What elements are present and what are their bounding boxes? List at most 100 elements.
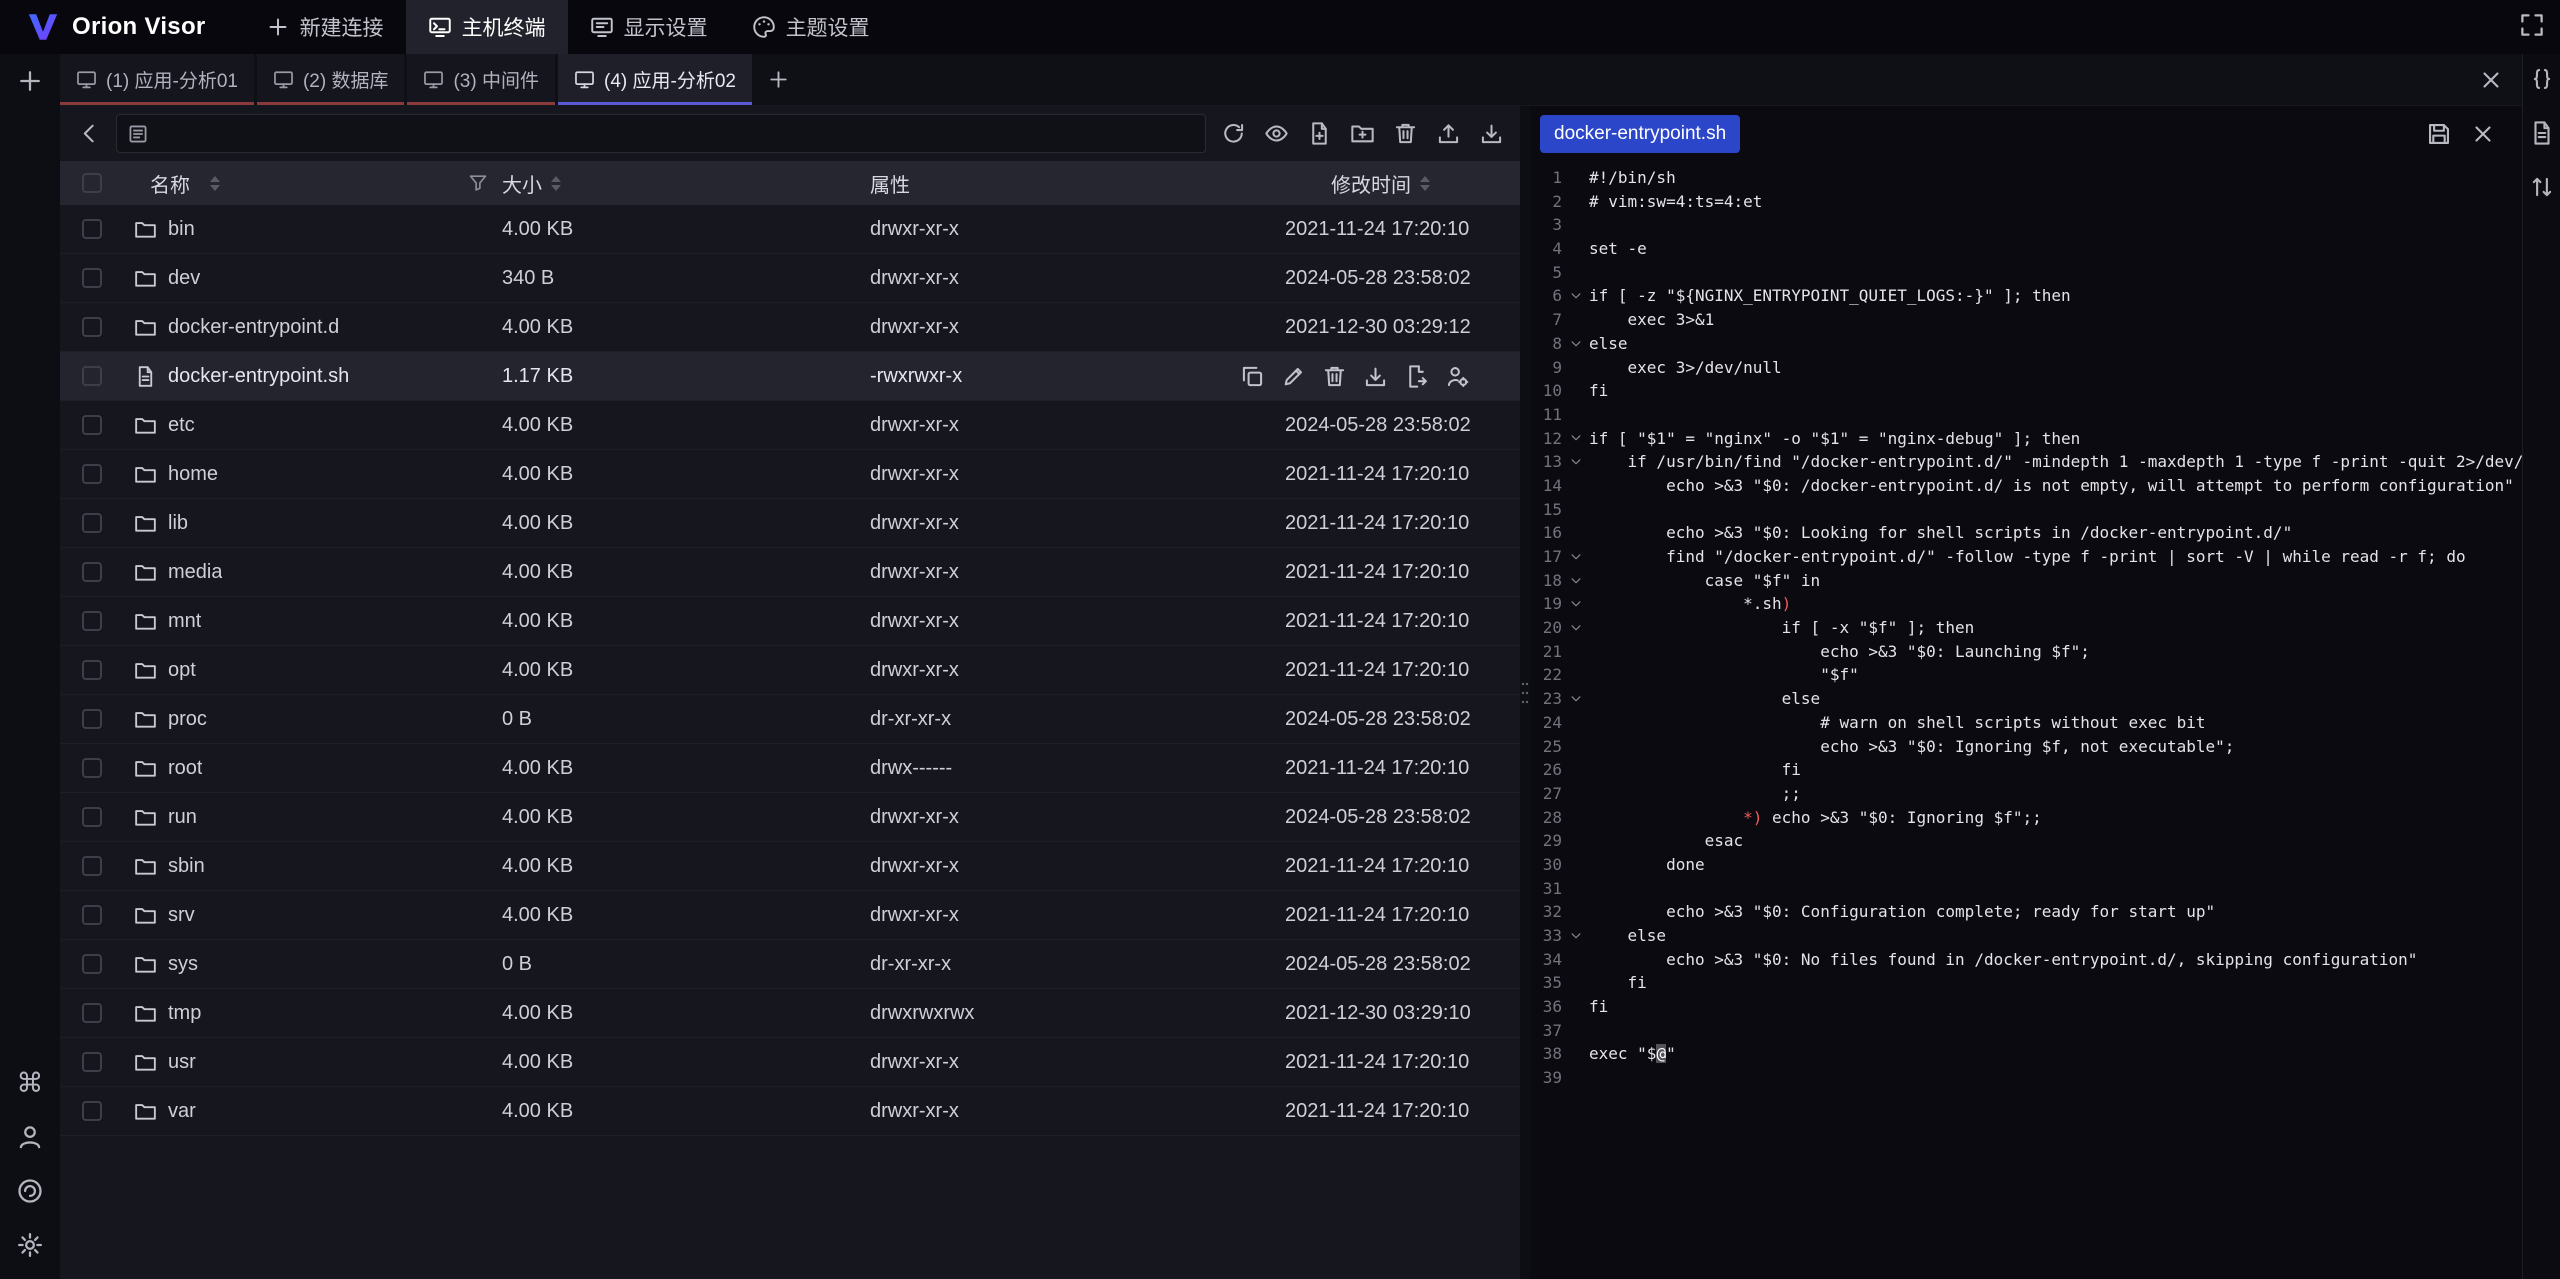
code-line[interactable]: 11	[1530, 403, 2522, 427]
path-input[interactable]	[158, 123, 1195, 145]
code-line[interactable]: 36fi	[1530, 995, 2522, 1019]
delete-button[interactable]	[1386, 115, 1424, 153]
close-editor-button[interactable]	[2470, 121, 2496, 147]
code-line[interactable]: 13 if /usr/bin/find "/docker-entrypoint.…	[1530, 450, 2522, 474]
file-row-var[interactable]: var4.00 KBdrwxr-xr-x2021-11-24 17:20:10	[60, 1087, 1520, 1136]
file-row-dev[interactable]: dev340 Bdrwxr-xr-x2024-05-28 23:58:02	[60, 254, 1520, 303]
file-name[interactable]: dev	[168, 267, 200, 290]
code-line[interactable]: 37	[1530, 1019, 2522, 1043]
sort-icon[interactable]	[210, 176, 220, 191]
file-name[interactable]: run	[168, 806, 197, 829]
add-tab-button[interactable]	[755, 54, 803, 105]
fold-chevron-icon[interactable]	[1562, 616, 1589, 640]
code-line[interactable]: 38exec "$@"	[1530, 1042, 2522, 1066]
user-info-button[interactable]	[16, 1123, 44, 1151]
column-header-attr[interactable]: 属性	[870, 169, 1285, 198]
code-line[interactable]: 5	[1530, 261, 2522, 285]
code-line[interactable]: 4set -e	[1530, 237, 2522, 261]
file-row-sbin[interactable]: sbin4.00 KBdrwxr-xr-x2021-11-24 17:20:10	[60, 842, 1520, 891]
edit-button[interactable]	[1281, 364, 1306, 389]
code-line[interactable]: 16 echo >&3 "$0: Looking for shell scrip…	[1530, 521, 2522, 545]
file-row-mnt[interactable]: mnt4.00 KBdrwxr-xr-x2021-11-24 17:20:10	[60, 597, 1520, 646]
code-line[interactable]: 3	[1530, 213, 2522, 237]
code-line[interactable]: 35 fi	[1530, 971, 2522, 995]
file-name[interactable]: srv	[168, 904, 195, 927]
back-button[interactable]	[70, 115, 108, 153]
file-name[interactable]: tmp	[168, 1002, 201, 1025]
row-checkbox[interactable]	[82, 807, 102, 827]
copy-button[interactable]	[1240, 364, 1265, 389]
about-button[interactable]	[16, 1177, 44, 1205]
row-checkbox[interactable]	[82, 268, 102, 288]
row-checkbox[interactable]	[82, 464, 102, 484]
code-line[interactable]: 25 echo >&3 "$0: Ignoring $f, not execut…	[1530, 735, 2522, 759]
file-row-docker-entrypoint.sh[interactable]: docker-entrypoint.sh1.17 KB-rwxrwxr-x	[60, 352, 1520, 401]
file-name[interactable]: var	[168, 1100, 196, 1123]
file-row-etc[interactable]: etc4.00 KBdrwxr-xr-x2024-05-28 23:58:02	[60, 401, 1520, 450]
code-line[interactable]: 18 case "$f" in	[1530, 569, 2522, 593]
code-line[interactable]: 19 *.sh)	[1530, 592, 2522, 616]
row-checkbox[interactable]	[82, 317, 102, 337]
file-name[interactable]: etc	[168, 414, 195, 437]
row-checkbox[interactable]	[82, 219, 102, 239]
file-row-run[interactable]: run4.00 KBdrwxr-xr-x2024-05-28 23:58:02	[60, 793, 1520, 842]
row-checkbox[interactable]	[82, 611, 102, 631]
code-line[interactable]: 10fi	[1530, 379, 2522, 403]
settings-button[interactable]	[16, 1231, 44, 1259]
upload-button[interactable]	[1429, 115, 1467, 153]
code-line[interactable]: 20 if [ -x "$f" ]; then	[1530, 616, 2522, 640]
permission-button[interactable]	[1445, 364, 1470, 389]
fold-chevron-icon[interactable]	[1562, 284, 1589, 308]
fold-chevron-icon[interactable]	[1562, 924, 1589, 948]
menu-item-new-connection[interactable]: 新建连接	[244, 0, 406, 54]
code-line[interactable]: 21 echo >&3 "$0: Launching $f";	[1530, 640, 2522, 664]
column-header-size[interactable]: 大小	[502, 169, 870, 198]
shortcut-keys-button[interactable]: ⌘	[16, 1069, 44, 1097]
menu-item-host-terminal[interactable]: 主机终端	[406, 0, 568, 54]
file-row-srv[interactable]: srv4.00 KBdrwxr-xr-x2021-11-24 17:20:10	[60, 891, 1520, 940]
delete-button[interactable]	[1322, 364, 1347, 389]
code-line[interactable]: 7 exec 3>&1	[1530, 308, 2522, 332]
row-checkbox[interactable]	[82, 954, 102, 974]
move-button[interactable]	[1404, 364, 1429, 389]
code-line[interactable]: 2# vim:sw=4:ts=4:et	[1530, 190, 2522, 214]
file-name[interactable]: lib	[168, 512, 188, 535]
panel-splitter[interactable]	[1520, 106, 1530, 1279]
file-row-opt[interactable]: opt4.00 KBdrwxr-xr-x2021-11-24 17:20:10	[60, 646, 1520, 695]
fold-chevron-icon[interactable]	[1562, 545, 1589, 569]
save-button[interactable]	[2426, 121, 2452, 147]
code-line[interactable]: 39	[1530, 1066, 2522, 1090]
session-tab-4[interactable]: (4) 应用-分析02	[558, 54, 752, 105]
filter-icon[interactable]	[468, 173, 488, 193]
fold-chevron-icon[interactable]	[1562, 592, 1589, 616]
refresh-button[interactable]	[1214, 115, 1252, 153]
new-session-button[interactable]	[16, 67, 44, 95]
code-line[interactable]: 31	[1530, 877, 2522, 901]
code-line[interactable]: 30 done	[1530, 853, 2522, 877]
file-row-usr[interactable]: usr4.00 KBdrwxr-xr-x2021-11-24 17:20:10	[60, 1038, 1520, 1087]
file-name[interactable]: media	[168, 561, 222, 584]
code-line[interactable]: 29 esac	[1530, 829, 2522, 853]
file-name[interactable]: docker-entrypoint.d	[168, 316, 339, 339]
menu-item-display-settings[interactable]: 显示设置	[568, 0, 730, 54]
code-line[interactable]: 17 find "/docker-entrypoint.d/" -follow …	[1530, 545, 2522, 569]
fullscreen-icon[interactable]	[2518, 11, 2546, 39]
row-checkbox[interactable]	[82, 366, 102, 386]
file-name[interactable]: proc	[168, 708, 207, 731]
editor-file-tab[interactable]: docker-entrypoint.sh	[1540, 115, 1740, 153]
code-line[interactable]: 34 echo >&3 "$0: No files found in /dock…	[1530, 948, 2522, 972]
toggle-hidden-button[interactable]	[1257, 115, 1295, 153]
row-checkbox[interactable]	[82, 1003, 102, 1023]
directory-list-icon[interactable]	[127, 123, 149, 145]
file-name[interactable]: opt	[168, 659, 196, 682]
menu-item-theme-settings[interactable]: 主题设置	[730, 0, 892, 54]
code-line[interactable]: 14 echo >&3 "$0: /docker-entrypoint.d/ i…	[1530, 474, 2522, 498]
file-row-proc[interactable]: proc0 Bdr-xr-xr-x2024-05-28 23:58:02	[60, 695, 1520, 744]
snippets-button[interactable]	[2529, 66, 2555, 92]
fold-chevron-icon[interactable]	[1562, 687, 1589, 711]
row-checkbox[interactable]	[82, 905, 102, 925]
fold-chevron-icon[interactable]	[1562, 427, 1589, 451]
file-row-bin[interactable]: bin4.00 KBdrwxr-xr-x2021-11-24 17:20:10	[60, 205, 1520, 254]
new-file-button[interactable]	[1300, 115, 1338, 153]
file-name[interactable]: root	[168, 757, 202, 780]
